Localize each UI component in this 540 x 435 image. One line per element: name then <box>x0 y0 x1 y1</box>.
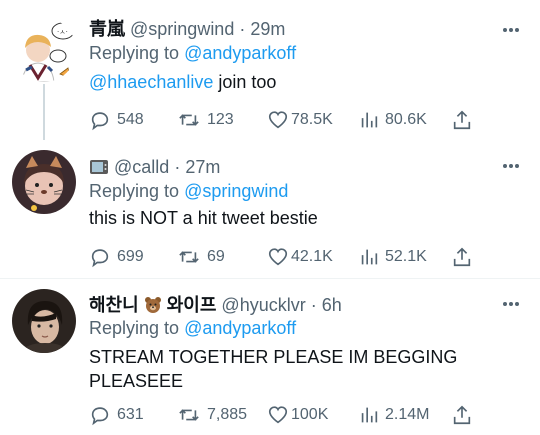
views-button[interactable]: 52.1K <box>359 245 427 269</box>
user-handle[interactable]: @springwind <box>130 19 234 39</box>
replying-to: Replying to @springwind <box>89 180 288 202</box>
views-icon <box>361 112 378 128</box>
share-icon <box>453 247 471 267</box>
replying-to-label: Replying to <box>89 43 180 63</box>
reply-icon <box>91 112 109 131</box>
tv-icon <box>89 158 109 181</box>
tweet-3[interactable]: 해찬니 와이프 @hyucklvr · 6h Replying to @andy… <box>0 279 540 435</box>
heart-icon <box>268 406 288 424</box>
share-icon <box>453 110 471 130</box>
tweet-text: STREAM TOGETHER PLEASE IM BEGGING PLEASE… <box>89 345 457 393</box>
retweet-count: 7,885 <box>207 406 248 423</box>
avatar[interactable] <box>12 289 76 353</box>
heart-icon <box>268 248 288 266</box>
view-count: 80.6K <box>385 111 427 128</box>
more-options-icon[interactable] <box>502 163 520 169</box>
thread-line <box>43 84 45 140</box>
retweet-icon <box>179 114 199 126</box>
svg-text:·ㅅ·: ·ㅅ· <box>57 28 68 36</box>
avatar[interactable] <box>12 150 76 214</box>
views-icon <box>361 407 378 423</box>
tweet-body-line-2: PLEASEEE <box>89 371 184 391</box>
retweet-count: 69 <box>207 248 225 265</box>
replying-to-label: Replying to <box>89 318 180 338</box>
retweet-button[interactable]: 69 <box>177 245 225 269</box>
reply-icon <box>91 249 109 268</box>
reply-count: 699 <box>117 248 144 265</box>
view-count: 2.14M <box>385 406 430 423</box>
like-button[interactable]: 78.5K <box>267 108 333 132</box>
tweet-actions: 548 123 78.5K 80.6K <box>89 108 489 132</box>
retweet-icon <box>179 409 199 421</box>
mention-link[interactable]: @hhaechanlive <box>89 72 213 92</box>
replying-to: Replying to @andyparkoff <box>89 317 296 339</box>
more-options-icon[interactable] <box>502 27 520 33</box>
reply-button[interactable]: 699 <box>89 245 144 269</box>
user-handle[interactable]: @calld <box>114 157 169 177</box>
avatar[interactable]: ·ㅅ· <box>12 18 76 82</box>
retweet-icon <box>179 251 199 263</box>
bear-icon <box>144 296 162 319</box>
reply-to-link[interactable]: @andyparkoff <box>184 318 296 338</box>
timestamp[interactable]: · 27m <box>174 157 220 177</box>
like-button[interactable]: 42.1K <box>267 245 333 269</box>
views-button[interactable]: 80.6K <box>359 108 427 132</box>
reply-button[interactable]: 548 <box>89 108 144 132</box>
reply-button[interactable]: 631 <box>89 403 144 427</box>
more-options-icon[interactable] <box>502 301 520 307</box>
tweet-body: join too <box>213 72 277 92</box>
replying-to: Replying to @andyparkoff <box>89 42 296 64</box>
retweet-button[interactable]: 7,885 <box>177 403 247 427</box>
share-icon <box>453 405 471 425</box>
display-name[interactable]: 해찬니 <box>89 295 139 315</box>
user-handle[interactable]: @hyucklvr <box>221 295 305 315</box>
reply-to-link[interactable]: @andyparkoff <box>184 43 296 63</box>
like-button[interactable]: 100K <box>267 403 328 427</box>
tweet-body-line-1: STREAM TOGETHER PLEASE IM BEGGING <box>89 347 458 367</box>
reply-to-link[interactable]: @springwind <box>184 181 288 201</box>
display-name-suffix[interactable]: 와이프 <box>167 295 217 315</box>
timestamp[interactable]: · 6h <box>311 295 342 315</box>
share-button[interactable] <box>451 245 479 269</box>
share-button[interactable] <box>451 403 479 427</box>
tweet-text: this is NOT a hit tweet bestie <box>89 206 318 230</box>
views-icon <box>361 249 378 265</box>
retweet-count: 123 <box>207 111 234 128</box>
tweet-2[interactable]: @calld · 27m Replying to @springwind thi… <box>0 140 540 278</box>
reply-icon <box>91 407 109 426</box>
like-count: 100K <box>291 406 329 423</box>
heart-icon <box>268 111 288 129</box>
tweet-header: 青嵐 @springwind · 29m <box>89 18 285 40</box>
tweet-body: this is NOT a hit tweet bestie <box>89 208 318 228</box>
reply-count: 548 <box>117 111 144 128</box>
view-count: 52.1K <box>385 248 427 265</box>
replying-to-label: Replying to <box>89 181 180 201</box>
tweet-text: @hhaechanlive join too <box>89 70 276 94</box>
tweet-header: 해찬니 와이프 @hyucklvr · 6h <box>89 294 342 319</box>
retweet-button[interactable]: 123 <box>177 108 234 132</box>
tweet-header: @calld · 27m <box>89 156 220 181</box>
tweet-1[interactable]: ·ㅅ· 青嵐 @springwind · 29m Replying to @an… <box>0 0 540 140</box>
timestamp[interactable]: · 29m <box>239 19 285 39</box>
tweet-actions: 631 7,885 100K 2.14M <box>89 403 489 427</box>
reply-count: 631 <box>117 406 144 423</box>
share-button[interactable] <box>451 108 479 132</box>
display-name[interactable]: 青嵐 <box>89 19 125 39</box>
views-button[interactable]: 2.14M <box>359 403 429 427</box>
like-count: 42.1K <box>291 248 333 265</box>
like-count: 78.5K <box>291 111 333 128</box>
tweet-actions: 699 69 42.1K 52.1K <box>89 245 489 269</box>
